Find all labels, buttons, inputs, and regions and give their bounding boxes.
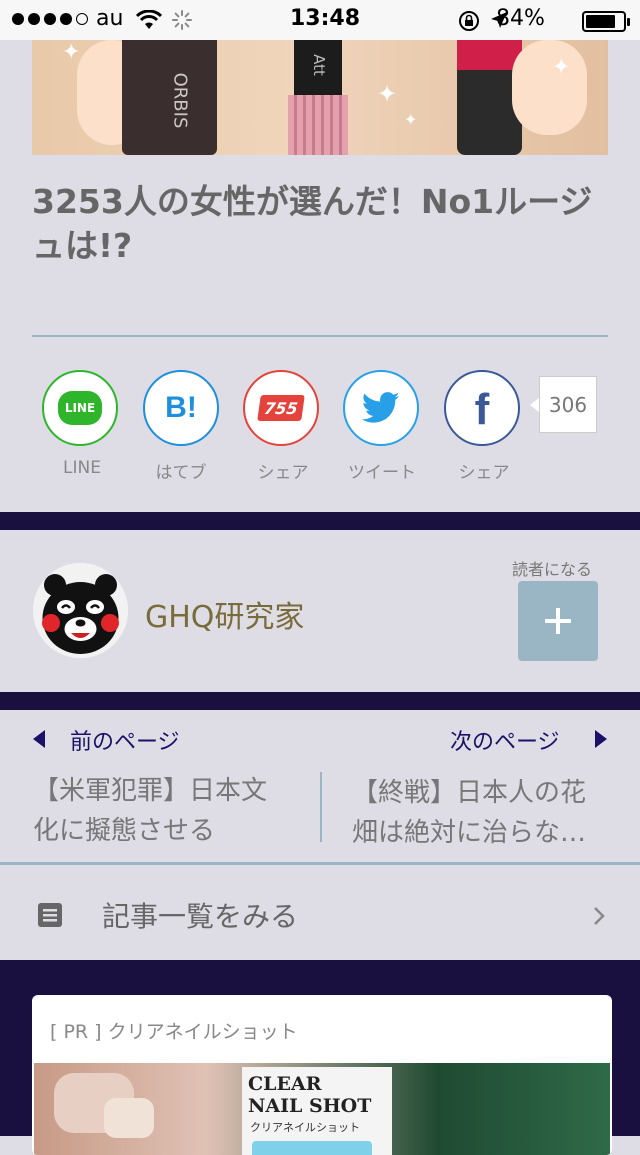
product-bottle: CLEAR NAIL SHOT クリアネイルショット bbox=[242, 1067, 392, 1155]
hatena-bookmark-icon: B! bbox=[165, 391, 197, 424]
lipstick-att: Att bbox=[294, 40, 342, 95]
share-facebook-button[interactable]: f bbox=[444, 370, 520, 446]
document-list-icon bbox=[38, 903, 62, 927]
product-name-jp: クリアネイルショット bbox=[250, 1121, 360, 1134]
article-hero-image[interactable]: ORBIS Att ✦ ✦ ✦ ✦ bbox=[32, 40, 608, 155]
triangle-right-icon bbox=[595, 730, 607, 748]
share-facebook-label: シェア bbox=[458, 463, 510, 483]
sparkle-icon: ✦ bbox=[552, 55, 571, 80]
clock: 13:48 bbox=[290, 6, 361, 31]
author-avatar[interactable] bbox=[33, 563, 128, 658]
plus-icon bbox=[545, 608, 571, 634]
share-755-button[interactable]: 755 bbox=[243, 370, 319, 446]
follow-button[interactable] bbox=[518, 581, 598, 661]
share-count: 306 bbox=[539, 376, 597, 433]
hand-image bbox=[512, 40, 587, 135]
sparkle-icon: ✦ bbox=[62, 40, 81, 65]
share-twitter-button[interactable] bbox=[343, 370, 419, 446]
line-icon: LINE bbox=[58, 391, 102, 425]
755-icon: 755 bbox=[257, 395, 305, 421]
lipstick-case bbox=[288, 95, 348, 155]
rotation-lock-icon bbox=[459, 11, 479, 31]
share-twitter-label: ツイート bbox=[348, 463, 416, 483]
share-755-label: シェア bbox=[257, 463, 309, 483]
section-separator bbox=[0, 692, 640, 710]
product-name-line-2: NAIL SHOT bbox=[248, 1095, 372, 1117]
follow-label: 読者になる bbox=[512, 560, 593, 579]
next-page-link[interactable]: 次のページ bbox=[450, 724, 560, 756]
section-separator bbox=[0, 512, 640, 530]
chevron-right-icon bbox=[594, 907, 605, 925]
nail-image bbox=[104, 1098, 154, 1138]
pager-divider bbox=[320, 772, 322, 842]
loading-spinner-icon bbox=[172, 10, 192, 30]
share-hatena-button[interactable]: B! bbox=[143, 370, 219, 446]
kumamon-avatar-image bbox=[33, 563, 128, 658]
lipstick-brand-text: Att bbox=[309, 54, 328, 76]
product-name-line-1: CLEAR bbox=[248, 1073, 322, 1095]
article-list-label: 記事一覧をみる bbox=[102, 900, 299, 933]
author-name[interactable]: GHQ研究家 bbox=[145, 592, 304, 636]
ad-label: [ PR ] クリアネイルショット bbox=[50, 1021, 298, 1043]
wifi-icon bbox=[136, 10, 162, 29]
ad-card[interactable]: [ PR ] クリアネイルショット CLEAR NAIL SHOT クリアネイル… bbox=[32, 995, 612, 1155]
carrier-name: au bbox=[96, 6, 124, 31]
lipstick-orbis: ORBIS bbox=[122, 40, 217, 155]
next-article-title[interactable]: 【終戦】日本人の花 畑は絶対に治らな… bbox=[352, 773, 612, 853]
signal-strength-icon bbox=[12, 13, 88, 25]
battery-icon bbox=[582, 11, 630, 32]
twitter-bird-icon bbox=[362, 392, 400, 423]
sparkle-icon: ✦ bbox=[377, 80, 398, 108]
share-line-label: LINE bbox=[63, 458, 101, 478]
article-list-row[interactable] bbox=[0, 866, 640, 960]
divider bbox=[0, 862, 640, 865]
prev-article-title[interactable]: 【米軍犯罪】日本文 化に擬態させる bbox=[33, 771, 308, 851]
prev-page-link[interactable]: 前のページ bbox=[70, 724, 180, 756]
triangle-left-icon bbox=[33, 730, 45, 748]
status-bar: au 13:48 84% bbox=[0, 0, 640, 40]
divider bbox=[32, 335, 608, 337]
bottle-cap bbox=[252, 1141, 372, 1155]
battery-percent: 84% bbox=[496, 6, 545, 31]
article-title: 3253人の女性が選んだ！No1ルージュは!? bbox=[32, 182, 593, 265]
share-hatena-label: はてブ bbox=[155, 463, 207, 483]
facebook-icon: f bbox=[474, 385, 490, 434]
lipstick-brand-text: ORBIS bbox=[169, 72, 191, 129]
share-line-button[interactable]: LINE bbox=[42, 370, 118, 446]
sparkle-icon: ✦ bbox=[404, 110, 418, 129]
